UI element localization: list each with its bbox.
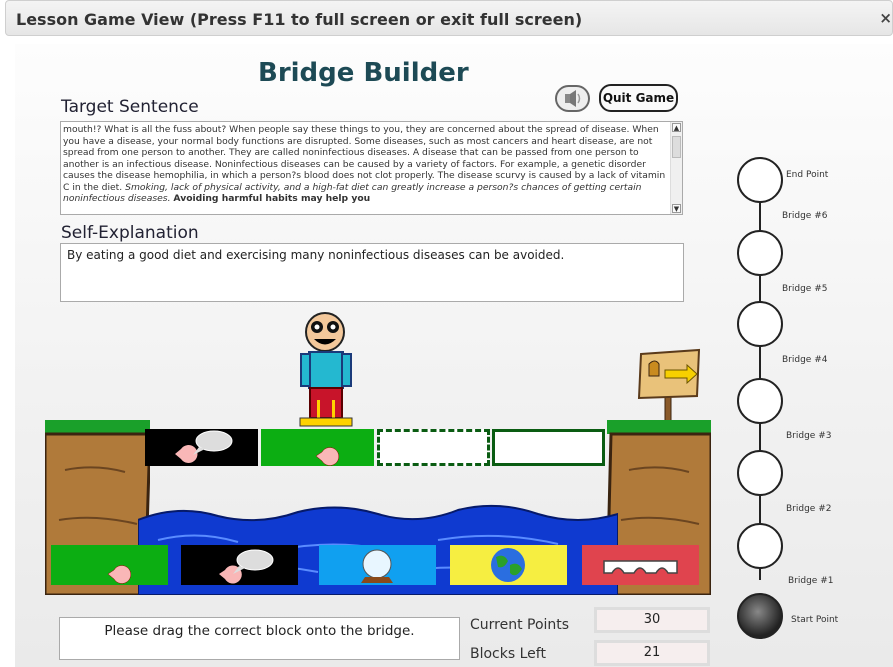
speaker-icon [565, 90, 581, 107]
node-bridge-2 [737, 523, 783, 569]
close-icon[interactable]: × [879, 9, 892, 27]
instruction-message: Please drag the correct block onto the b… [59, 617, 460, 660]
player-character [299, 312, 353, 427]
bridge-slot-2[interactable] [261, 429, 374, 466]
current-points-value: 30 [594, 607, 710, 633]
target-text-bold: Avoiding harmful habits may help you [173, 193, 371, 204]
palette-block-arch-bridge[interactable] [582, 545, 699, 585]
pacman-icon [315, 447, 339, 466]
bridge-5-label: Bridge #5 [782, 284, 828, 294]
node-end [737, 157, 783, 203]
target-scrollbar[interactable]: ▲ ▼ [670, 122, 682, 214]
crystal-ball-icon [361, 549, 393, 583]
bridge-slot-1[interactable] [145, 429, 258, 466]
arch-bridge-icon [603, 560, 678, 574]
bridge-slot-3-target[interactable] [377, 429, 490, 466]
node-bridge-6 [737, 230, 783, 276]
pacman-icon [107, 565, 131, 584]
window-title: Lesson Game View (Press F11 to full scre… [16, 10, 583, 29]
target-sentence-textbox[interactable]: mouth!? What is all the fuss about? When… [60, 121, 683, 215]
window-titlebar: Lesson Game View (Press F11 to full scre… [5, 0, 893, 36]
self-explanation-label: Self-Explanation [61, 223, 199, 243]
bridge-slot-4[interactable] [492, 429, 605, 466]
node-bridge-3 [737, 450, 783, 496]
scroll-thumb[interactable] [672, 136, 681, 158]
speech-pacman-icon [219, 549, 274, 584]
start-point-label: Start Point [791, 615, 839, 625]
sound-button[interactable] [555, 85, 590, 112]
bridge-4-label: Bridge #4 [782, 355, 828, 365]
globe-icon [491, 548, 525, 582]
current-points-label: Current Points [470, 617, 570, 633]
bridge-6-label: Bridge #6 [782, 211, 828, 221]
palette-block-crystal-ball[interactable] [319, 545, 436, 585]
quit-game-button[interactable]: Quit Game [599, 84, 678, 112]
bridge-2-label: Bridge #2 [786, 504, 832, 514]
bridge-1-label: Bridge #1 [788, 576, 834, 586]
node-bridge-5 [737, 301, 783, 347]
target-sentence-label: Target Sentence [61, 97, 199, 117]
palette-block-globe[interactable] [450, 545, 567, 585]
blocks-left-value: 21 [594, 640, 710, 666]
end-point-label: End Point [786, 170, 829, 180]
node-bridge-4 [737, 378, 783, 424]
node-start [737, 593, 783, 639]
game-title: Bridge Builder [258, 58, 469, 88]
progress-track: End Point Bridge #6 Bridge #5 Bridge #4 … [728, 150, 868, 640]
blocks-left-label: Blocks Left [470, 646, 546, 662]
scroll-up-icon[interactable]: ▲ [672, 123, 681, 132]
palette-block-speech-pacman[interactable] [181, 545, 298, 585]
scroll-down-icon[interactable]: ▼ [672, 204, 681, 213]
palette-block-pacman[interactable] [51, 545, 168, 585]
self-explanation-textbox[interactable]: By eating a good diet and exercising man… [60, 243, 684, 302]
bridge-3-label: Bridge #3 [786, 431, 832, 441]
speech-pacman-icon [175, 430, 233, 463]
